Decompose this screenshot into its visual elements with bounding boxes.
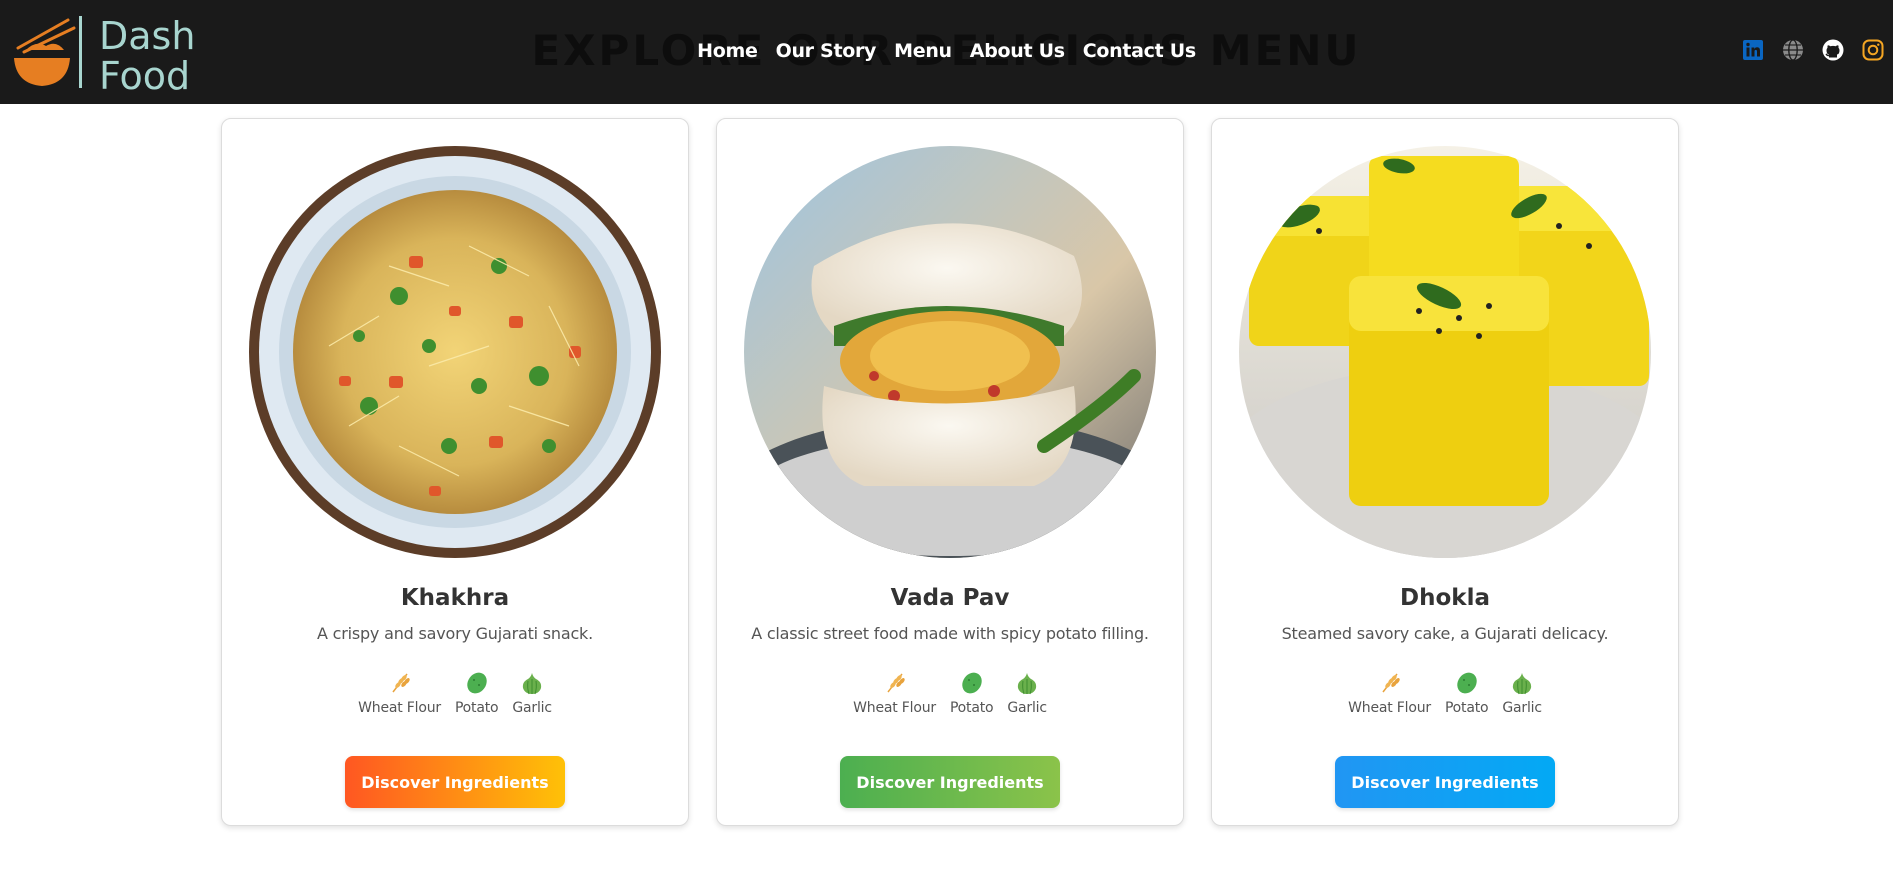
ingredient-label: Potato — [454, 700, 499, 716]
nav-menu[interactable]: Menu — [894, 38, 952, 64]
nav-our-story[interactable]: Our Story — [776, 38, 877, 64]
ingredient-label: Wheat Flour — [853, 700, 936, 716]
ingredient-label: Garlic — [512, 700, 552, 716]
ingredient-label: Wheat Flour — [358, 700, 441, 716]
nav-about-us[interactable]: About Us — [970, 38, 1065, 64]
ingredient-item: Wheat Flour — [853, 670, 936, 716]
card-title: Vada Pav — [890, 585, 1010, 611]
wheat-icon — [391, 673, 410, 693]
wheat-icon — [886, 673, 905, 693]
ingredient-item: Wheat Flour — [1348, 670, 1431, 716]
garlic-icon — [522, 673, 542, 695]
nav-contact-us[interactable]: Contact Us — [1083, 38, 1196, 64]
ingredient-item: Wheat Flour — [358, 670, 441, 716]
discover-ingredients-button[interactable]: Discover Ingredients — [345, 756, 565, 808]
ingredient-item: Garlic — [512, 670, 552, 716]
discover-ingredients-button[interactable]: Discover Ingredients — [840, 756, 1060, 808]
ingredient-label: Garlic — [1007, 700, 1047, 716]
ingredient-list: Wheat Flour Potato Garlic — [717, 670, 1183, 716]
nav-home[interactable]: Home — [697, 38, 758, 64]
ingredient-item: Garlic — [1007, 670, 1047, 716]
social-links — [1741, 38, 1885, 62]
card-title: Khakhra — [400, 585, 510, 611]
potato-icon — [1456, 672, 1477, 694]
globe-icon[interactable] — [1781, 38, 1805, 62]
garlic-icon — [1512, 673, 1532, 695]
garlic-icon — [1017, 673, 1037, 695]
ingredient-label: Garlic — [1502, 700, 1542, 716]
menu-card-khakhra: Khakhra A crispy and savory Gujarati sna… — [221, 118, 689, 826]
dhokla-image — [1239, 146, 1651, 558]
ingredient-item: Garlic — [1502, 670, 1542, 716]
vada-pav-image — [744, 146, 1156, 558]
potato-icon — [466, 672, 487, 694]
wheat-icon — [1381, 673, 1400, 693]
github-icon[interactable] — [1821, 38, 1845, 62]
ingredient-label: Wheat Flour — [1348, 700, 1431, 716]
menu-card-dhokla: Dhokla Steamed savory cake, a Gujarati d… — [1211, 118, 1679, 826]
menu-card-vada-pav: Vada Pav A classic street food made with… — [716, 118, 1184, 826]
linkedin-icon[interactable] — [1741, 38, 1765, 62]
card-title: Dhokla — [1400, 585, 1490, 611]
site-header: Dash Food EXPLORE OUR DELICIOUS MENU Hom… — [0, 0, 1893, 104]
ingredient-list: Wheat Flour Potato Garlic — [222, 670, 688, 716]
ingredient-item: Potato — [454, 670, 499, 716]
ingredient-label: Potato — [949, 700, 994, 716]
ingredient-item: Potato — [1444, 670, 1489, 716]
card-description: A crispy and savory Gujarati snack. — [316, 624, 594, 643]
ingredient-list: Wheat Flour Potato Garlic — [1212, 670, 1678, 716]
instagram-icon[interactable] — [1861, 38, 1885, 62]
main-nav: Home Our Story Menu About Us Contact Us — [0, 38, 1893, 64]
discover-ingredients-button[interactable]: Discover Ingredients — [1335, 756, 1555, 808]
khakhra-image — [249, 146, 661, 558]
potato-icon — [961, 672, 982, 694]
ingredient-item: Potato — [949, 670, 994, 716]
card-description: A classic street food made with spicy po… — [751, 624, 1149, 643]
ingredient-label: Potato — [1444, 700, 1489, 716]
card-description: Steamed savory cake, a Gujarati delicacy… — [1281, 624, 1609, 643]
